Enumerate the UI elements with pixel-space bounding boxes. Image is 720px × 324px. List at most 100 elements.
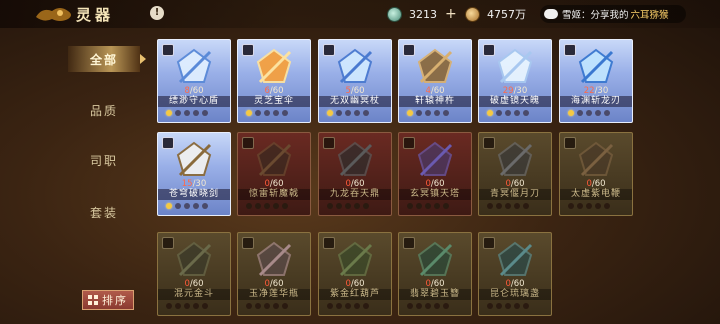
sidebar-item-quality[interactable]: 品质 [68,97,140,123]
star-rating [407,203,449,209]
shard-max: /60 [430,179,445,189]
shard-count: 0/60 [238,279,310,289]
item-name: 紫金红葫芦 [319,289,391,300]
item-card[interactable]: 29/30 破虚镜天魄 [478,39,552,123]
star-icon [273,203,279,209]
star-icon [336,203,342,209]
shard-max: /60 [430,279,445,289]
star-icon [604,110,610,116]
sidebar-item-set[interactable]: 套装 [68,199,140,225]
star-icon [193,110,199,116]
item-name: 太虚紫电鞭 [560,189,632,200]
star-icon [505,303,511,309]
item-name: 昆仑琉璃盏 [479,289,551,300]
item-name: 玄冥镇天塔 [399,189,471,200]
sword-icon [176,141,212,177]
star-icon [443,303,449,309]
star-icon [568,110,574,116]
star-icon [496,110,502,116]
item-name: 无双幽冥杖 [319,96,391,107]
item-card[interactable]: 5/60 无双幽冥杖 [318,39,392,123]
shard-max: /60 [189,86,204,96]
star-icon [496,303,502,309]
star-icon [336,110,342,116]
item-card[interactable]: 0/60 昆仑琉璃盏 [478,232,552,316]
item-card[interactable]: 0/60 紫金红葫芦 [318,232,392,316]
star-rating [246,303,288,309]
crystal-icon [417,141,453,177]
item-name: 翡翠碧玉簪 [399,289,471,300]
star-icon [434,203,440,209]
star-icon [363,203,369,209]
shard-max: /60 [510,279,525,289]
jade-currency: 3213 + [388,6,457,22]
item-name: 破虚镜天魄 [479,96,551,107]
add-currency-button[interactable]: + [445,6,457,22]
star-rating [487,303,529,309]
item-card[interactable]: 8/60 缥渺守心盾 [157,39,231,123]
item-name: 惊雷斩魔戟 [238,189,310,200]
item-card[interactable]: 6/60 灵芝宝伞 [237,39,311,123]
star-rating [166,303,208,309]
star-rating [246,110,288,116]
sidebar-item-all[interactable]: 全部 [68,46,146,72]
star-icon [246,303,252,309]
shard-count: 15/30 [158,179,230,189]
star-icon [264,203,270,209]
item-card[interactable]: 0/60 惊雷斩魔戟 [237,132,311,216]
star-icon [586,203,592,209]
item-card[interactable]: 15/30 苍穹破晓剑 [157,132,231,216]
star-icon [577,203,583,209]
item-card[interactable]: 0/60 混元金斗 [157,232,231,316]
star-rating [407,303,449,309]
item-card[interactable]: 0/60 青冥偃月刀 [478,132,552,216]
star-icon [514,203,520,209]
star-icon [416,203,422,209]
shard-max: /60 [430,86,445,96]
chat-link[interactable]: 六耳猕猴 [631,7,669,21]
shard-count: 0/60 [479,279,551,289]
star-icon [184,303,190,309]
shard-current: 22 [583,86,595,96]
star-icon [246,110,252,116]
star-icon [282,203,288,209]
star-icon [202,110,208,116]
star-rating [327,203,369,209]
star-icon [345,110,351,116]
star-icon [327,203,333,209]
item-card[interactable]: 0/60 太虚紫电鞭 [559,132,633,216]
star-icon [523,203,529,209]
shard-count: 22/30 [560,86,632,96]
shard-count: 0/60 [399,179,471,189]
item-card[interactable]: 0/60 九龙吞天鼎 [318,132,392,216]
star-icon [425,110,431,116]
vase-icon [497,241,533,277]
star-icon [425,203,431,209]
mirror-icon [497,48,533,84]
item-card[interactable]: 22/30 海渊斩龙刃 [559,39,633,123]
item-card[interactable]: 4/60 轩辕神杵 [398,39,472,123]
basket-icon [337,241,373,277]
jade-amount: 3213 [409,7,437,21]
item-card[interactable]: 0/60 翡翠碧玉簪 [398,232,472,316]
star-rating [487,203,529,209]
cloud-ornament-icon [36,8,71,21]
star-icon [577,110,583,116]
spear-icon [176,241,212,277]
shard-max: /60 [269,179,284,189]
star-icon [336,303,342,309]
shard-count: 0/60 [158,279,230,289]
star-icon [354,303,360,309]
info-icon[interactable]: ! [150,6,164,20]
item-name: 青冥偃月刀 [479,189,551,200]
item-card[interactable]: 0/60 玉净莲华瓶 [237,232,311,316]
star-icon [416,303,422,309]
sort-button[interactable]: 排序 [82,290,134,310]
star-icon [354,110,360,116]
item-card[interactable]: 0/60 玄冥镇天塔 [398,132,472,216]
star-rating [166,203,208,209]
chat-bubble-icon [544,9,558,19]
sidebar-item-role[interactable]: 司职 [68,147,140,173]
item-name: 灵芝宝伞 [238,96,310,107]
chat-ticker[interactable]: 雪姬：分享我的 六耳猕猴 [540,5,686,23]
